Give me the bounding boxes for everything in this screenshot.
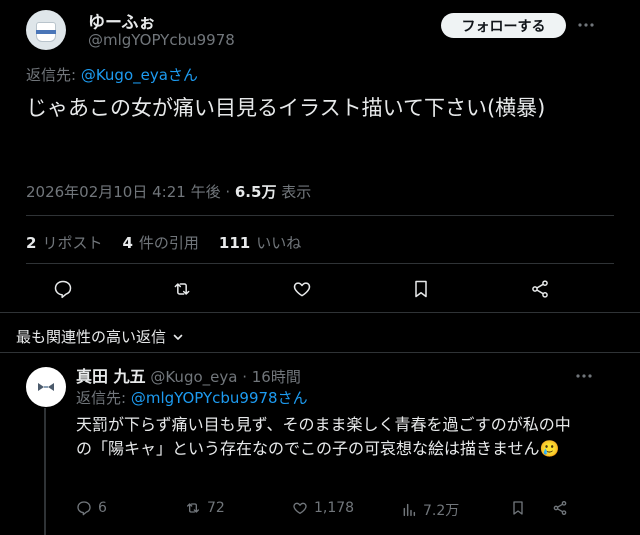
bookmark-icon[interactable] (409, 277, 433, 301)
views-icon (401, 502, 417, 518)
reply-views-count: 7.2万 (423, 503, 460, 519)
reply-header: 真田 九五 @Kugo_eya · 16時間 (76, 363, 301, 387)
reply-replies-count: 6 (98, 500, 107, 516)
avatar[interactable] (26, 10, 66, 50)
author-display-name[interactable]: ゆーふぉ (88, 8, 155, 33)
author-handle[interactable]: @mlgYOPYcbu9978 (88, 31, 235, 49)
divider (26, 263, 614, 264)
avatar-band-graphic (36, 30, 56, 34)
reply-reposts-count: 72 (207, 500, 225, 516)
engagement-stats: 2 リポスト 4 件の引用 111 いいね (26, 232, 301, 253)
reply-to-handle-link[interactable]: @Kugo_eyaさん (81, 66, 198, 84)
follow-button[interactable]: フォローする (441, 13, 566, 38)
reply-reply-to-label: 返信先: (76, 389, 131, 407)
reply-author-name[interactable]: 真田 九五 (76, 367, 146, 386)
thread-line (44, 408, 46, 535)
reply-text: 天罰が下らず痛い目も見ず、そのまま楽しく青春を過ごすのが私の中の「陽キャ」という… (76, 415, 571, 458)
reposts-count: 2 (26, 234, 37, 252)
reply-to-line: 返信先: @Kugo_eyaさん (26, 64, 198, 85)
reply-avatar[interactable] (26, 367, 66, 407)
reposts-label: リポスト (42, 234, 103, 252)
views-label: 表示 (276, 183, 312, 201)
reply-reply-to-handle-link[interactable]: @mlgYOPYcbu9978さん (131, 389, 308, 407)
tweet-meta: 2026年02月10日 4:21 午後 · 6.5万 表示 (26, 181, 311, 202)
repost-icon[interactable] (170, 277, 194, 301)
likes-label: いいね (256, 234, 302, 252)
share-icon[interactable] (552, 500, 568, 516)
tweet-text: じゃあこの女が痛い目見るイラスト描いて下さい(横暴) (26, 96, 546, 120)
share-icon[interactable] (528, 277, 552, 301)
likes-count: 111 (218, 234, 251, 252)
reply-reply-to-line: 返信先: @mlgYOPYcbu9978さん (76, 387, 308, 408)
quotes-label: 件の引用 (138, 234, 199, 252)
timestamp[interactable]: 2026年02月10日 4:21 午後 · (26, 183, 235, 201)
reply-likes-count: 1,178 (314, 500, 355, 516)
like-icon[interactable] (290, 277, 314, 301)
more-icon[interactable] (578, 17, 594, 33)
relevant-replies-dropdown[interactable]: 最も関連性の高い返信 (16, 326, 184, 347)
tweet-actions-bar (26, 277, 614, 303)
bookmark-icon[interactable] (510, 500, 526, 516)
repost-icon (185, 500, 201, 516)
reply-like-button[interactable]: 1,178 (292, 500, 354, 516)
reply-views-button[interactable]: 7.2万 (401, 500, 459, 520)
section-divider (0, 312, 640, 313)
reply-to-label: 返信先: (26, 66, 81, 84)
likes-stat[interactable]: 111 いいね (219, 232, 301, 253)
views-count: 6.5万 (234, 183, 277, 201)
reply-handle-time[interactable]: @Kugo_eya · 16時間 (146, 368, 301, 386)
reply-icon[interactable] (51, 277, 75, 301)
quotes-stat[interactable]: 4 件の引用 (122, 232, 198, 253)
divider (26, 215, 614, 216)
reply-repost-button[interactable]: 72 (185, 500, 225, 516)
like-icon (292, 500, 308, 516)
reply-actions-bar: 6 72 1,178 7.2万 (76, 500, 596, 520)
reply-reply-button[interactable]: 6 (76, 500, 107, 516)
reply-icon (76, 500, 92, 516)
quotes-count: 4 (122, 234, 133, 252)
relevant-replies-label: 最も関連性の高い返信 (16, 328, 167, 346)
reposts-stat[interactable]: 2 リポスト (26, 232, 102, 253)
chevron-down-icon (172, 331, 184, 343)
more-icon[interactable] (576, 368, 592, 384)
section-divider (0, 352, 640, 353)
